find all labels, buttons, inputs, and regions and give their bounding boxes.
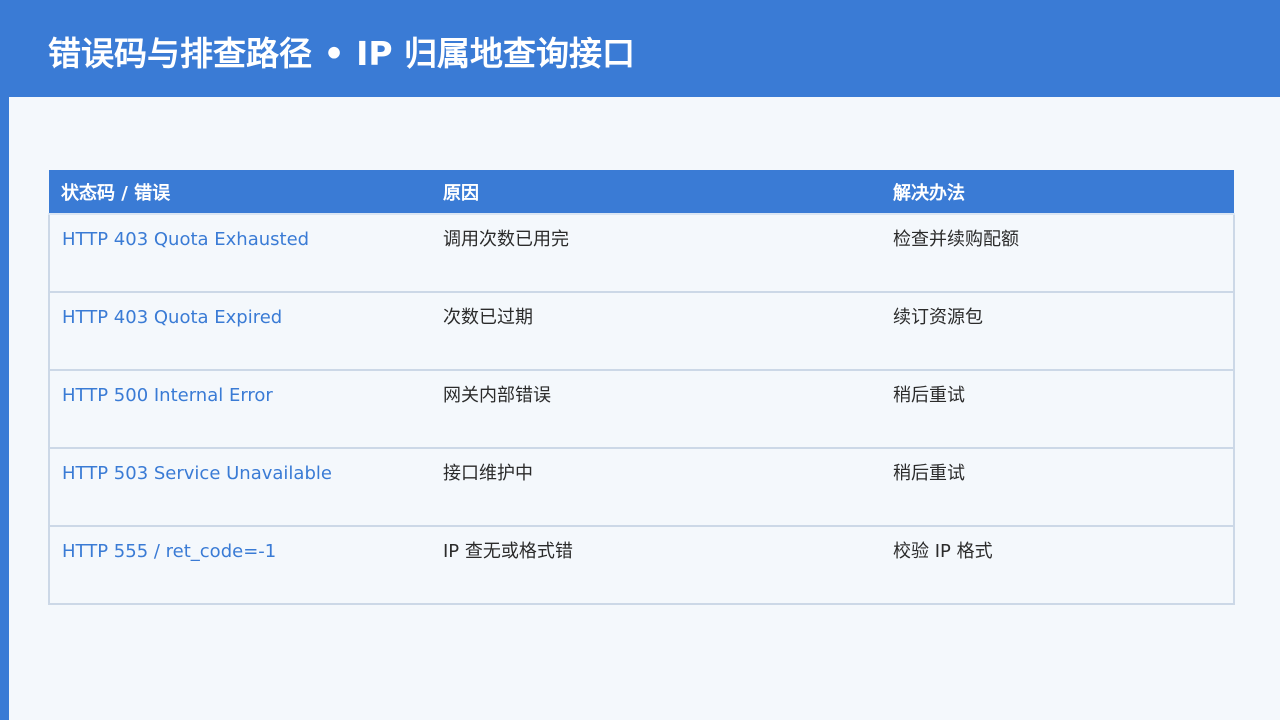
cell-solution: 稍后重试 [881,370,1235,449]
table-row: HTTP 403 Quota Expired 次数已过期 续订资源包 [48,292,1235,371]
table-header-row: 状态码 / 错误 原因 解决办法 [49,170,1234,215]
slide: 错误码与排查路径 • IP 归属地查询接口 状态码 / 错误 原因 解决办法 H… [0,0,1280,720]
cell-solution: 检查并续购配额 [881,214,1235,293]
column-header-solution: 解决办法 [881,170,1234,215]
cell-reason: 网关内部错误 [431,370,881,449]
table-body: HTTP 403 Quota Exhausted 调用次数已用完 检查并续购配额… [48,214,1235,605]
cell-reason: IP 查无或格式错 [431,526,881,605]
error-code-table-container: 状态码 / 错误 原因 解决办法 HTTP 403 Quota Exhauste… [48,170,1235,605]
table-row: HTTP 500 Internal Error 网关内部错误 稍后重试 [48,370,1235,449]
cell-solution: 续订资源包 [881,292,1235,371]
table-row: HTTP 503 Service Unavailable 接口维护中 稍后重试 [48,448,1235,527]
cell-code: HTTP 403 Quota Expired [48,292,431,371]
cell-solution: 校验 IP 格式 [881,526,1235,605]
page-title: 错误码与排查路径 • IP 归属地查询接口 [48,34,636,73]
cell-code: HTTP 500 Internal Error [48,370,431,449]
column-header-code: 状态码 / 错误 [49,170,431,215]
cell-reason: 调用次数已用完 [431,214,881,293]
table-row: HTTP 555 / ret_code=-1 IP 查无或格式错 校验 IP 格… [48,526,1235,605]
left-accent-bar [0,0,9,720]
header-bar: 错误码与排查路径 • IP 归属地查询接口 [0,0,1280,97]
error-code-table: 状态码 / 错误 原因 解决办法 HTTP 403 Quota Exhauste… [48,170,1235,605]
cell-reason: 次数已过期 [431,292,881,371]
cell-code: HTTP 555 / ret_code=-1 [48,526,431,605]
column-header-reason: 原因 [431,170,881,215]
cell-solution: 稍后重试 [881,448,1235,527]
cell-code: HTTP 503 Service Unavailable [48,448,431,527]
table-row: HTTP 403 Quota Exhausted 调用次数已用完 检查并续购配额 [48,214,1235,293]
cell-reason: 接口维护中 [431,448,881,527]
table-header: 状态码 / 错误 原因 解决办法 [49,170,1234,215]
cell-code: HTTP 403 Quota Exhausted [48,214,431,293]
